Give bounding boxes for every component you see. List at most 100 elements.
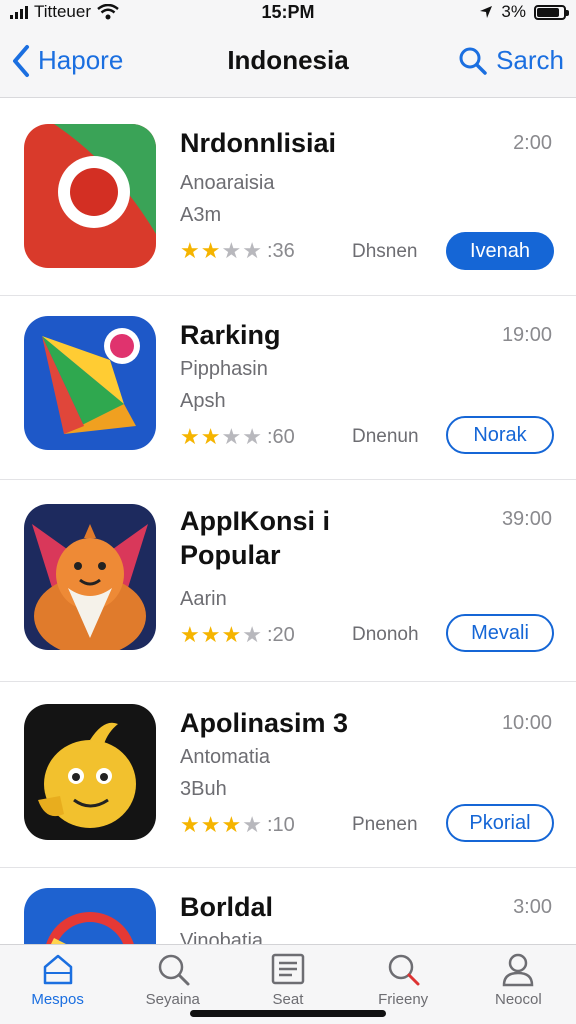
- rating-count: :10: [266, 813, 295, 836]
- search-label: Sarch: [496, 45, 564, 75]
- back-label: Hapore: [38, 45, 124, 75]
- target-logo-icon: [24, 124, 156, 268]
- home-indicator[interactable]: [190, 1010, 386, 1017]
- chevron-left-icon: [13, 44, 29, 77]
- app-subtitle: Aarin: [180, 588, 227, 610]
- app-subtitle: Anoaraisia: [180, 172, 275, 194]
- app-time: 2:00: [513, 132, 552, 154]
- navigation-bar: Hapore Indonesia Sarch: [0, 24, 576, 98]
- status-time: 15:PM: [261, 1, 315, 22]
- list-item[interactable]: AppIKonsi i Popular 39:00 Aarin ★ ★ ★ ★ :20…: [0, 480, 576, 682]
- list-item[interactable]: Apolinasim 3 10:00 Antomatia 3Buh ★ ★ ★ ★ :…: [0, 682, 576, 868]
- star-icon: ★: [180, 622, 200, 647]
- tab-frieeny[interactable]: Frieeny: [355, 951, 451, 1008]
- smiley-mascot-icon: [24, 704, 156, 840]
- app-icon[interactable]: [24, 124, 156, 268]
- star-icon: ★: [180, 812, 200, 837]
- star-icon: ★: [221, 622, 242, 647]
- search-button[interactable]: Sarch: [458, 45, 564, 76]
- app-subtitle: Vinobatia: [180, 930, 264, 944]
- app-subtitle: Antomatia: [180, 746, 271, 768]
- star-icon: ★: [180, 424, 200, 449]
- app-name: Apolinasim 3: [180, 708, 349, 738]
- star-icon: ★: [180, 238, 200, 263]
- location-arrow-icon: [480, 6, 493, 18]
- tab-mespos[interactable]: Mespos: [10, 951, 106, 1008]
- tab-label: Mespos: [31, 991, 84, 1008]
- status-bar: Titteuer 15:PM 3%: [0, 0, 576, 24]
- star-icon: ★: [221, 424, 242, 449]
- app-category: Dnenun: [352, 426, 419, 447]
- star-icon: ★: [221, 238, 242, 263]
- back-button[interactable]: Hapore: [12, 44, 123, 78]
- get-button[interactable]: Mevali: [446, 614, 554, 652]
- list-icon: [271, 953, 305, 985]
- star-rating: ★ ★ ★ ★ :20: [180, 622, 295, 648]
- star-icon: ★: [200, 424, 221, 449]
- list-item[interactable]: Borldal 3:00 Vinobatia: [0, 868, 576, 944]
- star-rating: ★ ★ ★ ★ :36: [180, 238, 295, 264]
- app-size: 3Buh: [180, 778, 227, 800]
- app-category: Dnonoh: [352, 624, 419, 645]
- shield-logo-icon: [24, 888, 156, 944]
- fox-mascot-icon: [24, 504, 156, 650]
- tab-neocol[interactable]: Neocol: [470, 951, 566, 1008]
- app-name: AppIKonsi i: [180, 506, 330, 536]
- star-icon: ★: [200, 622, 221, 647]
- star-icon: ★: [221, 812, 242, 837]
- app-time: 10:00: [501, 712, 552, 734]
- app-time: 3:00: [513, 896, 552, 918]
- rating-count: :36: [266, 239, 295, 262]
- person-icon: [503, 953, 534, 987]
- app-subtitle: Pipphasin: [180, 358, 268, 380]
- star-icon: ★: [200, 238, 221, 263]
- app-icon[interactable]: [24, 704, 156, 840]
- battery-percent: 3%: [501, 2, 526, 21]
- star-icon: ★: [242, 812, 262, 837]
- list-item[interactable]: Nrdonnlisiai 2:00 Anoaraisia A3m ★ ★ ★ ★ :3…: [0, 98, 576, 296]
- star-icon: ★: [242, 424, 262, 449]
- status-right: 3%: [479, 2, 569, 22]
- tab-label: Frieeny: [378, 991, 429, 1008]
- search-icon: [459, 47, 487, 75]
- get-button[interactable]: Pkorial: [446, 804, 554, 842]
- app-size: Apsh: [180, 390, 226, 412]
- app-list[interactable]: Nrdonnlisiai 2:00 Anoaraisia A3m ★ ★ ★ ★ :3…: [0, 98, 576, 944]
- search-icon: [158, 954, 190, 986]
- play-logo-icon: [24, 316, 156, 450]
- app-icon[interactable]: [24, 316, 156, 450]
- tab-label: Seyaina: [145, 991, 200, 1008]
- app-name: Rarking: [180, 320, 281, 350]
- tab-seat[interactable]: Seat: [240, 951, 336, 1008]
- app-name: Borldal: [180, 892, 274, 922]
- app-category: Dhsnen: [352, 241, 418, 262]
- star-rating: ★ ★ ★ ★ :60: [180, 424, 295, 450]
- tab-label: Neocol: [494, 991, 542, 1008]
- get-button[interactable]: Ivenah: [446, 232, 554, 270]
- tab-label: Seat: [272, 991, 304, 1008]
- app-name: Nrdonnlisiai: [180, 128, 337, 158]
- app-size: A3m: [180, 204, 222, 226]
- wifi-icon: [97, 4, 119, 20]
- star-rating: ★ ★ ★ ★ :10: [180, 812, 295, 838]
- magnifier-icon: [388, 954, 420, 986]
- battery-icon: [534, 4, 569, 20]
- app-category: Pnenen: [352, 814, 418, 835]
- signal-icon: [10, 5, 28, 19]
- tab-seyaina[interactable]: Seyaina: [125, 951, 221, 1008]
- app-icon[interactable]: [24, 504, 156, 650]
- rating-count: :60: [266, 425, 295, 448]
- app-icon[interactable]: [24, 888, 156, 944]
- status-left: Titteuer: [10, 2, 119, 22]
- page-title: Indonesia: [227, 45, 349, 75]
- carrier-label: Titteuer: [34, 2, 92, 21]
- list-item[interactable]: Rarking 19:00 Pipphasin Apsh ★ ★ ★ ★ :60 Dn…: [0, 296, 576, 480]
- rating-count: :20: [266, 623, 295, 646]
- get-button[interactable]: Norak: [446, 416, 554, 454]
- app-time: 39:00: [501, 508, 552, 530]
- star-icon: ★: [200, 812, 221, 837]
- star-icon: ★: [242, 622, 262, 647]
- app-name-line2: Popular: [180, 540, 281, 570]
- star-icon: ★: [242, 238, 262, 263]
- home-icon: [43, 954, 72, 985]
